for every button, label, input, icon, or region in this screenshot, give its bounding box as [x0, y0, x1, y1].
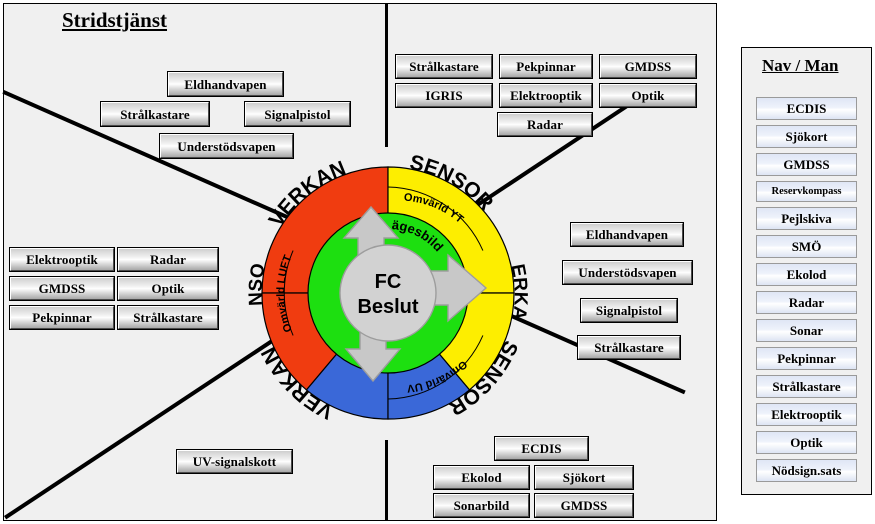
nav-item-pekpinnar[interactable]: Pekpinnar [756, 347, 857, 370]
hub-label-line1: FC [375, 271, 402, 293]
box-signalpistol[interactable]: Signalpistol [244, 101, 351, 127]
nav-item-smo[interactable]: SMÖ [756, 235, 857, 258]
box-gmdss-ur[interactable]: GMDSS [599, 54, 697, 79]
diagram-canvas: Stridstjänst Eldhandvapen Strålkastare S… [0, 0, 875, 524]
box-optik-left[interactable]: Optik [117, 276, 219, 301]
nav-item-pejlskiva[interactable]: Pejlskiva [756, 207, 857, 230]
box-uv-signalskott[interactable]: UV-signalskott [176, 449, 293, 474]
page-title: Stridstjänst [62, 8, 168, 32]
box-eldhandvapen-right[interactable]: Eldhandvapen [570, 222, 684, 247]
box-ekolod-lr[interactable]: Ekolod [433, 465, 530, 490]
divider-vertical [385, 4, 388, 147]
nav-item-reservkompass[interactable]: Reservkompass [756, 181, 857, 202]
box-radar-ur[interactable]: Radar [497, 112, 593, 137]
wheel-label-sensor-luft: SENSOR [238, 143, 270, 306]
hub-label-line2: Beslut [357, 296, 418, 318]
box-stralkastare[interactable]: Strålkastare [100, 101, 210, 127]
box-elektrooptik-left[interactable]: Elektrooptik [9, 247, 115, 272]
box-signalpistol-right[interactable]: Signalpistol [580, 298, 678, 323]
nav-item-optik[interactable]: Optik [756, 431, 857, 454]
nav-item-gmdss[interactable]: GMDSS [756, 153, 857, 176]
box-igris[interactable]: IGRIS [395, 83, 493, 108]
box-stralkastare-ur[interactable]: Strålkastare [395, 54, 493, 79]
nav-item-sjokort[interactable]: Sjökort [756, 125, 857, 148]
nav-man-title: Nav / Man [762, 56, 839, 75]
divider-vertical-lower [385, 440, 388, 520]
nav-item-nodsign[interactable]: Nödsign.sats [756, 459, 857, 482]
box-pekpinnar-ur[interactable]: Pekpinnar [499, 54, 593, 79]
wheel-svg: FC Beslut VERKAN SENSOR SENSOR VERKAN VE… [238, 143, 531, 423]
box-eldhandvapen[interactable]: Eldhandvapen [167, 71, 284, 97]
box-gmdss-left[interactable]: GMDSS [9, 276, 115, 301]
box-radar-left[interactable]: Radar [117, 247, 219, 272]
box-elektrooptik-ur[interactable]: Elektrooptik [499, 83, 593, 108]
nav-item-elektrooptik[interactable]: Elektrooptik [756, 403, 857, 426]
nav-item-ekolod[interactable]: Ekolod [756, 263, 857, 286]
box-stralkastare-right[interactable]: Strålkastare [577, 335, 681, 360]
capability-wheel: FC Beslut VERKAN SENSOR SENSOR VERKAN VE… [238, 143, 538, 443]
box-sjokort-lr[interactable]: Sjökort [534, 465, 634, 490]
wheel-hub [339, 244, 437, 342]
nav-item-ecdis[interactable]: ECDIS [756, 97, 857, 120]
box-sonarbild-lr[interactable]: Sonarbild [433, 493, 530, 518]
box-optik-ur[interactable]: Optik [599, 83, 697, 108]
box-gmdss-lr[interactable]: GMDSS [534, 493, 634, 518]
nav-item-stralkastare[interactable]: Strålkastare [756, 375, 857, 398]
nav-item-radar[interactable]: Radar [756, 291, 857, 314]
box-pekpinnar-left[interactable]: Pekpinnar [9, 305, 115, 330]
box-stralkastare-left[interactable]: Strålkastare [117, 305, 219, 330]
nav-item-sonar[interactable]: Sonar [756, 319, 857, 342]
box-understodsvapen-right[interactable]: Understödsvapen [562, 260, 693, 285]
